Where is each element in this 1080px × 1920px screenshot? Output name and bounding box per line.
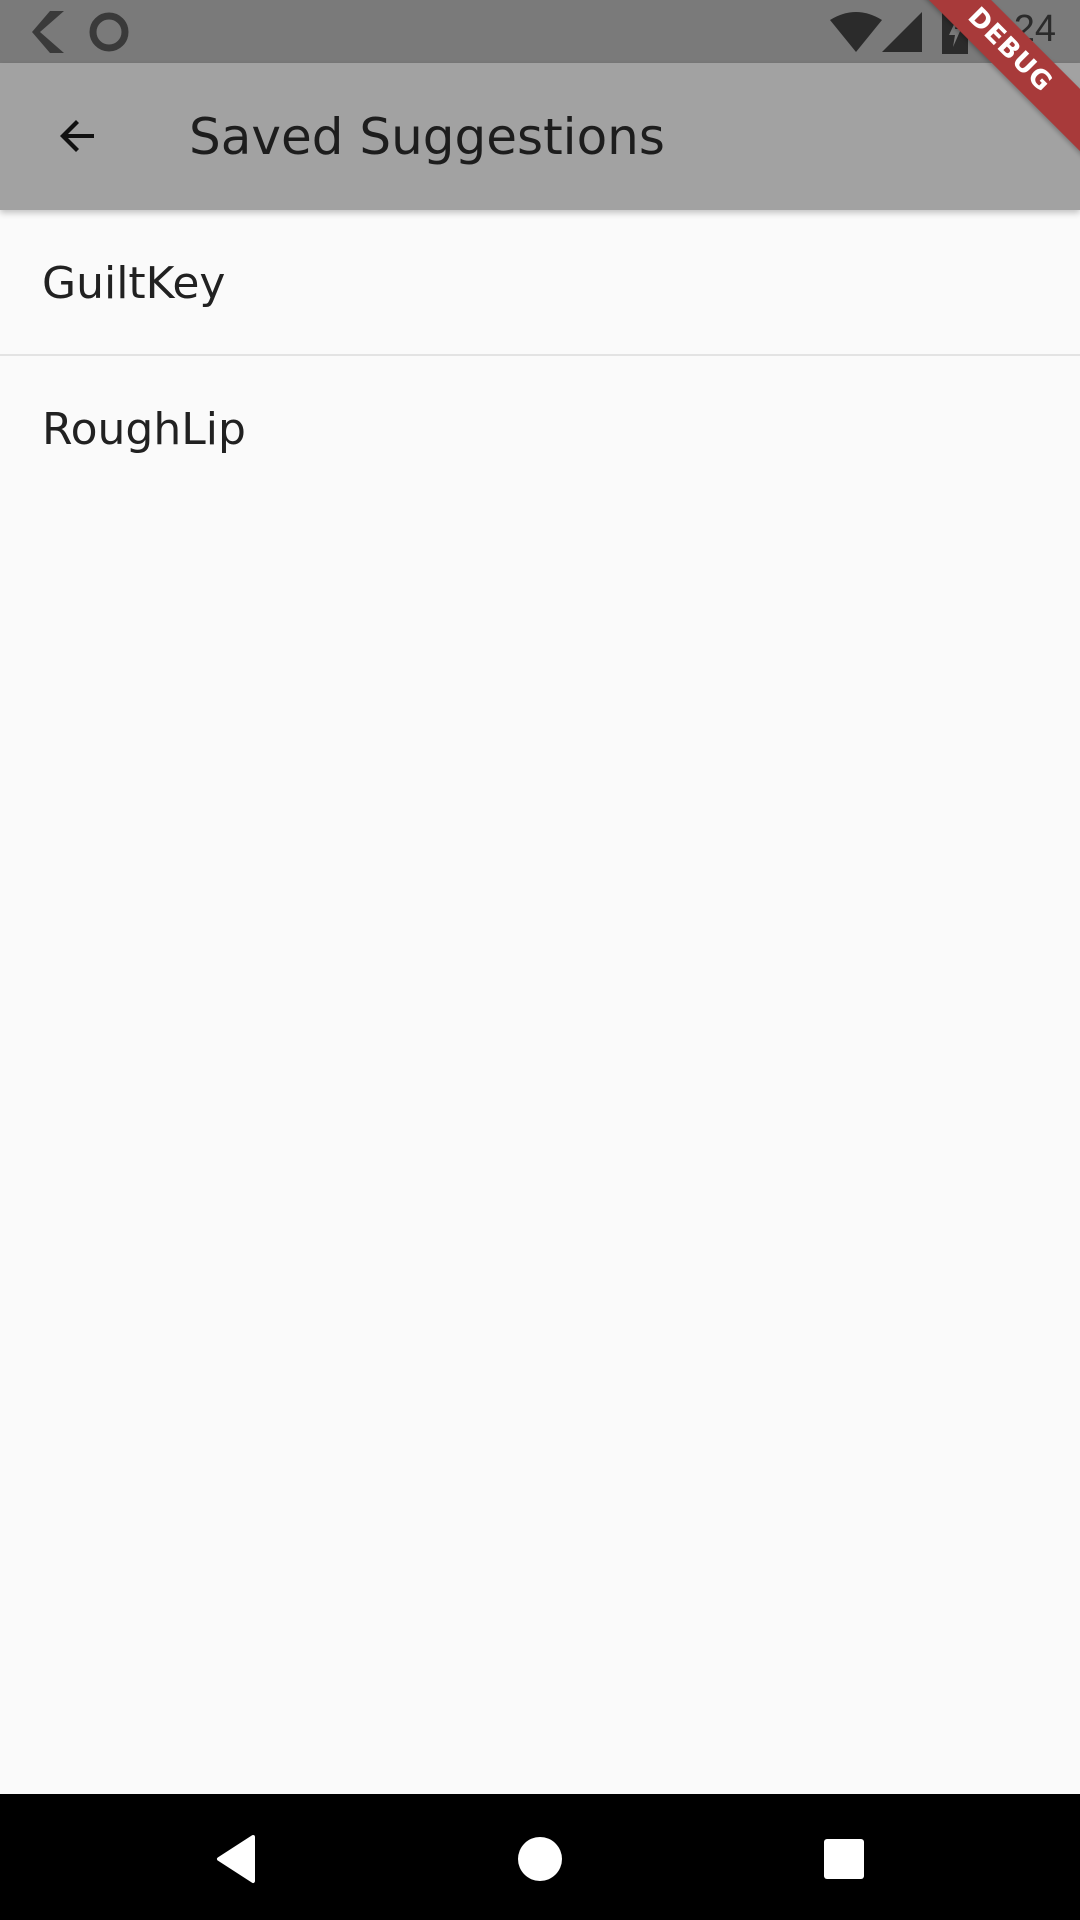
nav-home-button[interactable] [505,1824,575,1894]
signal-icon [882,12,922,52]
list-item[interactable]: GuiltKey [0,210,1080,356]
home-circle-icon [518,1837,562,1881]
list-item-label: GuiltKey [42,258,226,309]
record-icon [89,12,129,52]
flutter-icon [32,11,64,53]
screen: 8:24 Saved Suggestions DEBUG GuiltKey Ro… [0,0,1080,1920]
navigation-bar [0,1794,1080,1920]
page-title: Saved Suggestions [189,108,665,166]
status-bar: 8:24 [0,0,1080,63]
back-button[interactable] [30,88,126,184]
list-item-label: RoughLip [42,404,246,455]
nav-recents-button[interactable] [809,1824,879,1894]
recents-square-icon [824,1839,864,1879]
app-bar: Saved Suggestions [0,63,1080,210]
wifi-icon [830,12,882,52]
arrow-back-icon [60,120,94,152]
saved-suggestions-list: GuiltKey RoughLip [0,210,1080,502]
back-triangle-icon [217,1835,255,1883]
list-item[interactable]: RoughLip [0,356,1080,502]
nav-back-button[interactable] [201,1824,271,1894]
